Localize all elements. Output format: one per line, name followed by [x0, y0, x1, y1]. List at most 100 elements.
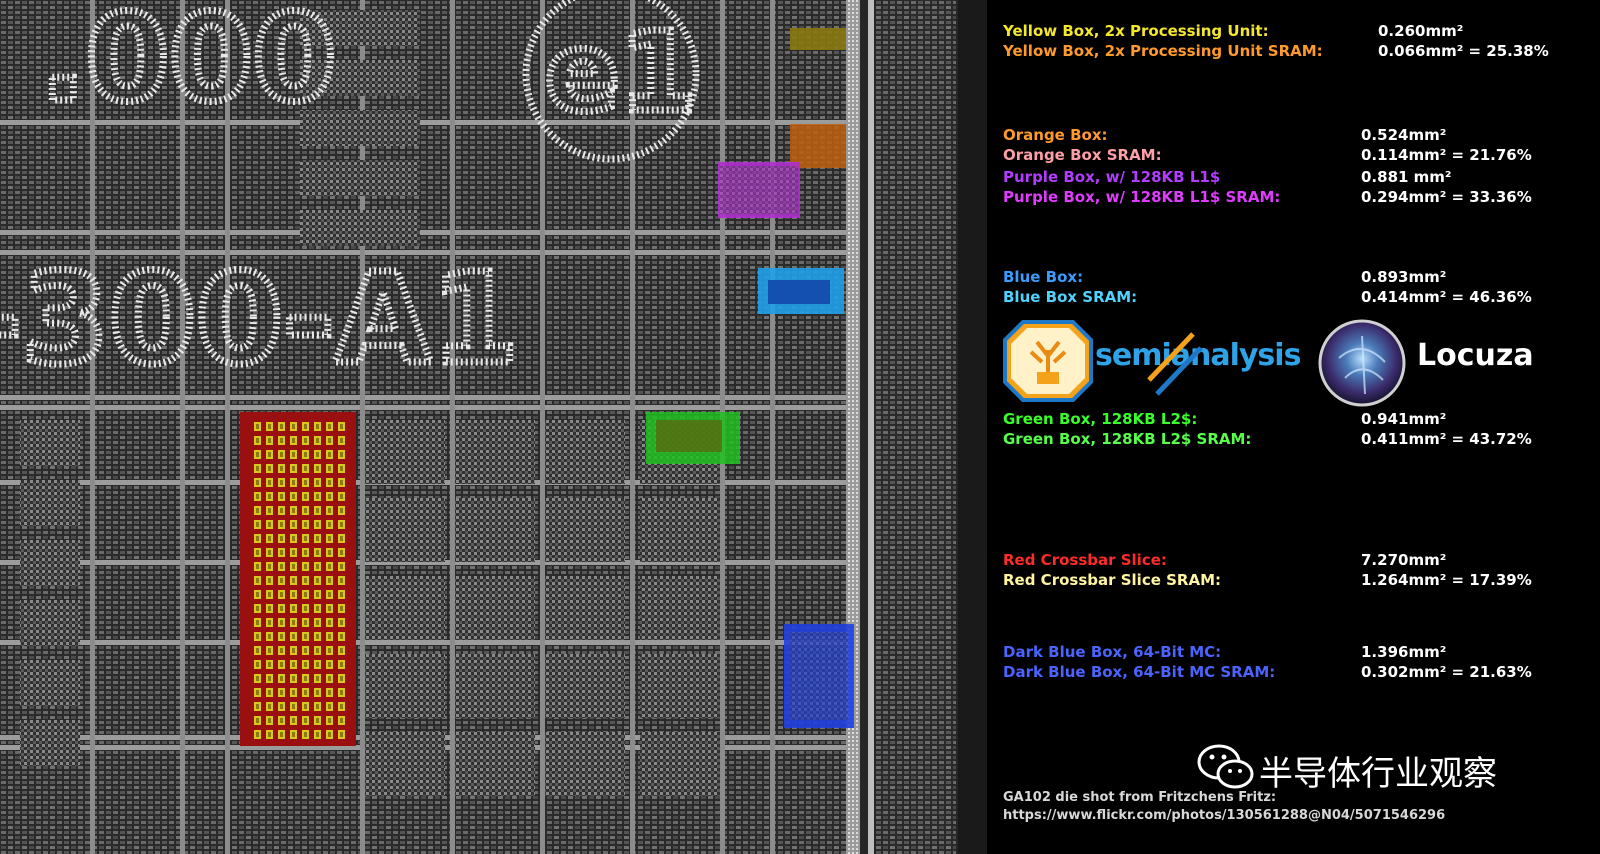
credit-line-url: https://www.flickr.com/photos/130561288@… — [1003, 808, 1446, 823]
die-macro-block — [365, 654, 445, 718]
measurement-value: 0.260mm² — [1378, 22, 1464, 40]
die-macro-block — [545, 732, 625, 796]
wechat-icon — [1197, 744, 1254, 789]
measurement-row: Green Box, 128KB L2$: 0.941mm² — [1003, 410, 1583, 430]
measurement-row: Dark Blue Box, 64-Bit MC SRAM: 0.302mm² =… — [1003, 663, 1583, 683]
measurement-row: Purple Box, w/ 128KB L1$ 0.881 mm² — [1003, 168, 1583, 188]
measurement-row: Green Box, 128KB L2$ SRAM: 0.411mm² = 43.… — [1003, 430, 1583, 450]
measurement-value: 1.396mm² — [1361, 643, 1447, 661]
die-io-column — [876, 0, 956, 854]
die-macro-block — [20, 420, 80, 466]
die-bus-line — [868, 0, 874, 854]
measurement-label: Red Crossbar Slice: — [1003, 551, 1167, 569]
measurement-row: Dark Blue Box, 64-Bit MC: 1.396mm² — [1003, 643, 1583, 663]
measurement-row: Red Crossbar Slice SRAM: 1.264mm² = 17.39… — [1003, 571, 1583, 591]
green-box-inner — [656, 420, 722, 452]
die-macro-block — [545, 654, 625, 718]
die-macro-block — [20, 660, 80, 706]
measurement-value: 0.893mm² — [1361, 268, 1447, 286]
semianalysis-chip-icon — [1003, 320, 1093, 402]
die-macro-block — [365, 498, 445, 562]
measurement-label: Yellow Box, 2x Processing Unit SRAM: — [1003, 42, 1323, 60]
measurement-row: Red Crossbar Slice: 7.270mm² — [1003, 551, 1583, 571]
measurement-label: Purple Box, w/ 128KB L1$ SRAM: — [1003, 188, 1281, 206]
die-macro-block — [365, 732, 445, 796]
measurement-label: Blue Box: — [1003, 268, 1084, 286]
measurement-row: Blue Box: 0.893mm² — [1003, 268, 1583, 288]
measurement-value: 0.941mm² — [1361, 410, 1447, 428]
die-routing-h — [0, 230, 846, 235]
image-stage: .000 e1 -300-A1 Yellow Box, 2x Processin… — [0, 0, 1600, 854]
measurement-label: Purple Box, w/ 128KB L1$ — [1003, 168, 1221, 186]
die-routing-h — [0, 405, 846, 410]
die-routing-h — [0, 395, 846, 400]
measurement-row: Purple Box, w/ 128KB L1$ SRAM: 0.294mm² =… — [1003, 188, 1583, 208]
die-macro-block — [545, 420, 625, 484]
measurement-label: Orange Box: — [1003, 126, 1108, 144]
die-macro-block — [20, 480, 80, 526]
semianalysis-logo: semianalysis — [1003, 320, 1301, 402]
wechat-watermark: 半导体行业观察 — [1197, 742, 1597, 794]
die-macro-block — [300, 160, 420, 196]
measurement-value: 0.881 mm² — [1361, 168, 1452, 186]
measurement-value: 0.114mm² = 21.76% — [1361, 146, 1532, 164]
measurement-row: Blue Box SRAM: 0.414mm² = 46.36% — [1003, 288, 1583, 308]
measurement-value: 1.264mm² = 17.39% — [1361, 571, 1532, 589]
die-macro-block — [455, 576, 535, 640]
measurement-row: Yellow Box, 2x Processing Unit SRAM: 0.06… — [1003, 42, 1583, 62]
locuza-orb-icon — [1318, 319, 1406, 407]
die-macro-block — [455, 498, 535, 562]
die-macro-block — [455, 732, 535, 796]
die-macro-block — [300, 210, 420, 246]
measurement-value: 0.414mm² = 46.36% — [1361, 288, 1532, 306]
measurement-row: Orange Box: 0.524mm² — [1003, 126, 1583, 146]
measurement-label: Yellow Box, 2x Processing Unit: — [1003, 22, 1269, 40]
die-macro-block — [365, 420, 445, 484]
purple-box-texture — [720, 166, 798, 214]
measurement-label: Orange Box SRAM: — [1003, 146, 1162, 164]
die-routing-v — [770, 0, 775, 854]
die-shot-canvas: .000 e1 -300-A1 — [0, 0, 987, 854]
red-crossbar-sram — [250, 422, 346, 740]
die-macro-block — [20, 540, 80, 586]
die-edge — [958, 0, 987, 854]
die-macro-block — [640, 498, 720, 562]
measurement-label: Blue Box SRAM: — [1003, 288, 1138, 306]
measurement-value: 0.302mm² = 21.63% — [1361, 663, 1532, 681]
die-marking-000: .000 — [40, 0, 336, 129]
die-routing-h — [0, 640, 846, 645]
annotation-panel: Yellow Box, 2x Processing Unit: 0.260mm² Y… — [987, 0, 1600, 854]
measurement-label: Green Box, 128KB L2$ SRAM: — [1003, 430, 1252, 448]
orange-box-region — [790, 124, 846, 168]
credit-line-source: GA102 die shot from Fritzchens Fritz: — [1003, 790, 1277, 805]
measurement-value: 0.411mm² = 43.72% — [1361, 430, 1532, 448]
measurement-label: Dark Blue Box, 64-Bit MC: — [1003, 643, 1222, 661]
die-marking-300-a1: -300-A1 — [0, 247, 518, 392]
measurement-row: Yellow Box, 2x Processing Unit: 0.260mm² — [1003, 22, 1583, 42]
semianalysis-slash-icon — [1147, 332, 1203, 396]
die-marking-e1: e1 — [545, 8, 696, 136]
die-macro-block — [20, 720, 80, 766]
die-macro-block — [640, 654, 720, 718]
measurement-value: 0.294mm² = 33.36% — [1361, 188, 1532, 206]
die-routing-v — [450, 0, 455, 854]
measurement-label: Dark Blue Box, 64-Bit MC SRAM: — [1003, 663, 1276, 681]
die-macro-block — [365, 576, 445, 640]
die-macro-block — [455, 654, 535, 718]
die-macro-block — [545, 576, 625, 640]
yellow-box-region — [790, 28, 846, 50]
measurement-value: 0.524mm² — [1361, 126, 1447, 144]
measurement-row: Orange Box SRAM: 0.114mm² = 21.76% — [1003, 146, 1583, 166]
locuza-logo: Locuza — [1317, 318, 1557, 407]
locuza-wordmark: Locuza — [1417, 338, 1534, 373]
die-macro-block — [20, 600, 80, 646]
die-shot: .000 e1 -300-A1 — [0, 0, 987, 854]
wechat-account-name: 半导体行业观察 — [1259, 754, 1497, 794]
die-macro-block — [455, 420, 535, 484]
dark-blue-box-texture — [790, 632, 848, 720]
measurement-value: 7.270mm² — [1361, 551, 1447, 569]
die-macro-block — [640, 732, 720, 796]
blue-box-inner — [768, 280, 830, 304]
measurement-label: Green Box, 128KB L2$: — [1003, 410, 1198, 428]
die-macro-block — [545, 498, 625, 562]
